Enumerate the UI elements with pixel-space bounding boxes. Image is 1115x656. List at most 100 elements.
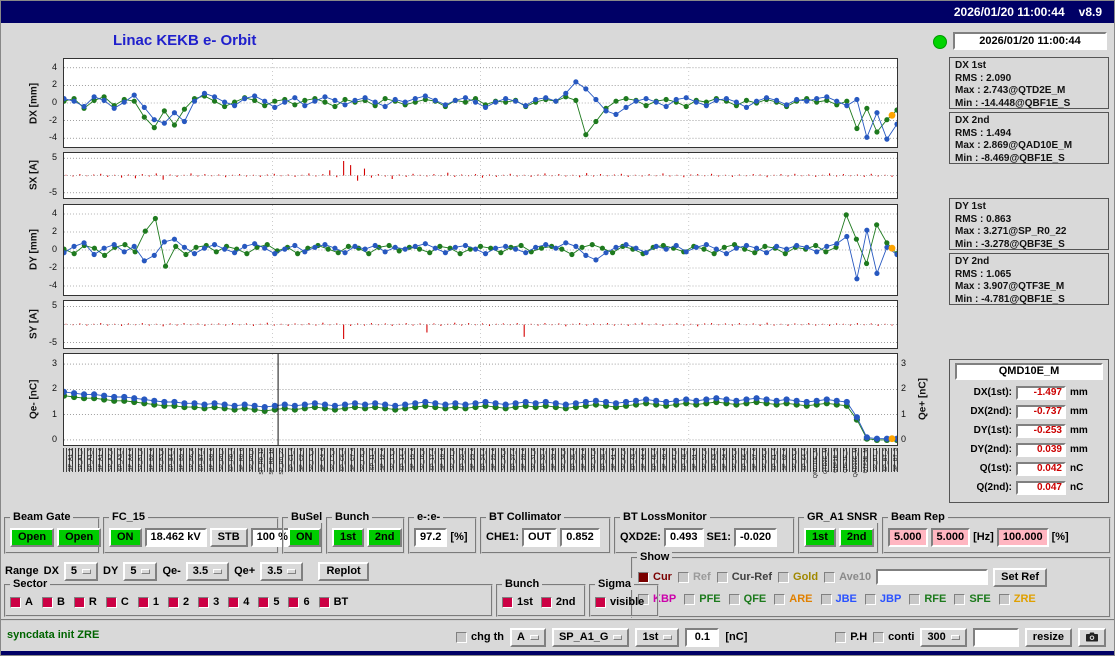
- bpm-name-label[interactable]: SP_C8_4: [360, 448, 366, 472]
- bpm-name-label[interactable]: SP_26_4: [501, 448, 507, 471]
- sector-5-checkbox[interactable]: 5: [258, 596, 279, 608]
- sector-1-checkbox[interactable]: 1: [137, 596, 159, 608]
- beam-gate-open-button-2[interactable]: Open: [57, 527, 102, 547]
- bpm-name-label[interactable]: SP_37_4: [591, 448, 597, 471]
- bpm-name-label[interactable]: QTF3E_M: [863, 448, 869, 473]
- sector-r-checkbox[interactable]: R: [73, 596, 97, 608]
- bpm-name-label[interactable]: SP_27_4: [511, 448, 517, 471]
- sector-a-checkbox[interactable]: A: [10, 596, 33, 608]
- bpm-name-label[interactable]: SP_14_4: [400, 448, 406, 471]
- bpm-name-label[interactable]: SP_A3_4: [118, 448, 124, 471]
- show-ref-checkbox[interactable]: Ref: [677, 571, 711, 583]
- bpm-name-label[interactable]: SP_R0_16: [269, 448, 275, 475]
- ph-checkbox[interactable]: P.H: [835, 631, 867, 643]
- beam-gate-open-button-1[interactable]: Open: [10, 527, 55, 547]
- show-rfe-checkbox[interactable]: RFE: [909, 593, 946, 605]
- bpm-name-label[interactable]: SP_56_4: [742, 448, 748, 471]
- snsr-1st-button[interactable]: 1st: [804, 527, 836, 547]
- bpm-name-label[interactable]: SP_42_4: [621, 448, 627, 471]
- bpm-name-label[interactable]: SP_28_4: [521, 448, 527, 471]
- bpm-name-label[interactable]: SP_B1_4: [138, 448, 144, 471]
- show-are-checkbox[interactable]: ARE: [774, 593, 813, 605]
- bpm-name-label[interactable]: SP_18_4: [440, 448, 446, 471]
- bpm-name-label[interactable]: SP_R0_22: [279, 448, 285, 475]
- bpm-name-label[interactable]: SP_C6_4: [340, 448, 346, 472]
- show-cur-ref-checkbox[interactable]: Cur-Ref: [716, 571, 772, 583]
- range-dy-select[interactable]: 5: [123, 561, 158, 581]
- bpm-name-label[interactable]: SP_24_4: [481, 448, 487, 471]
- bpm-name-label[interactable]: SP_B6_4: [189, 448, 195, 471]
- bpm-name-label[interactable]: SP_53_4: [712, 448, 718, 471]
- bpm-name-label[interactable]: SP_B2_4: [149, 448, 155, 471]
- show-jbp-checkbox[interactable]: JBP: [864, 593, 901, 605]
- bpm-name-label[interactable]: SP_BT_3: [893, 448, 898, 472]
- bpm-name-label[interactable]: SP_63_4: [792, 448, 798, 471]
- fc15-stb-button[interactable]: STB: [209, 527, 248, 547]
- bpm-name-label[interactable]: SP_C4_4: [320, 448, 326, 472]
- bpm-name-label[interactable]: SP_51_4: [692, 448, 698, 471]
- bpm-name-label[interactable]: SP_A4_4: [128, 448, 134, 471]
- show-ave10-checkbox[interactable]: Ave10: [824, 571, 871, 583]
- bpm-name-label[interactable]: QTD2E_M: [823, 448, 829, 474]
- bpm-name-label[interactable]: QBF1E_S: [833, 448, 839, 473]
- bpm-name-label[interactable]: QMD10E_M: [813, 448, 819, 478]
- bpm-name-label[interactable]: SP_A1_2: [78, 448, 84, 471]
- bpm-name-label[interactable]: SP_17_4: [430, 448, 436, 471]
- bpm-name-label[interactable]: SP_R0_4: [229, 448, 235, 472]
- bpm-name-label[interactable]: SP_57_4: [752, 448, 758, 471]
- bpm-name-label[interactable]: SP_47_4: [672, 448, 678, 471]
- bpm-name-label[interactable]: SP_52_4: [702, 448, 708, 471]
- bpm-name-label[interactable]: SP_12_4: [380, 448, 386, 471]
- show-zre-checkbox[interactable]: ZRE: [998, 593, 1036, 605]
- range-dx-select[interactable]: 5: [63, 561, 99, 581]
- count-input[interactable]: [972, 627, 1019, 647]
- bpm-name-label[interactable]: SP_25_4: [491, 448, 497, 471]
- sector-4-checkbox[interactable]: 4: [228, 596, 249, 608]
- bpm-name-label[interactable]: SP_16_4: [420, 448, 426, 471]
- replot-button[interactable]: Replot: [318, 561, 369, 581]
- bpm-name-label[interactable]: SP_22_4: [460, 448, 466, 471]
- bunch-order-select[interactable]: 1st: [635, 627, 680, 647]
- bpm-name-label[interactable]: SP_B8_4: [209, 448, 215, 471]
- fc15-on-button[interactable]: ON: [109, 527, 142, 547]
- bpm-name-label[interactable]: SP_35_4: [571, 448, 577, 471]
- bpm-name-label[interactable]: SP_C7_4: [350, 448, 356, 472]
- bpm-name-label[interactable]: SP_C5_4: [330, 448, 336, 472]
- bpm-name-label[interactable]: SP_C3_4: [309, 448, 315, 472]
- bpm-name-label[interactable]: SP_C2_4: [299, 448, 305, 472]
- bpm-name-label[interactable]: SP_BT_2: [883, 448, 889, 472]
- bunch-2nd-checkbox[interactable]: 2nd: [540, 596, 575, 608]
- bpm-name-label[interactable]: SP_32_4: [541, 448, 547, 471]
- bpm-name-label[interactable]: SP_BT_1: [873, 448, 879, 472]
- bpm-name-label[interactable]: SP_46_4: [662, 448, 668, 471]
- range-qe-plus-select[interactable]: 3.5: [260, 561, 304, 581]
- bpm-name-label[interactable]: SP_62_4: [782, 448, 788, 471]
- show-sfe-checkbox[interactable]: SFE: [954, 593, 991, 605]
- chg-th-checkbox[interactable]: chg th: [456, 631, 504, 643]
- bpm-name-label[interactable]: SP_11_4: [370, 448, 376, 470]
- bpm-name-label[interactable]: SP_34_4: [561, 448, 567, 471]
- ref-name-input[interactable]: [876, 569, 989, 585]
- sector-select[interactable]: A: [510, 627, 546, 647]
- bpm-name-label[interactable]: SP_21_4: [450, 448, 456, 471]
- bpm-name-label[interactable]: SP_31_4: [531, 448, 537, 471]
- bpm-name-label[interactable]: SP_48_4: [682, 448, 688, 471]
- sector-6-checkbox[interactable]: 6: [288, 596, 310, 608]
- bpm-name-label[interactable]: SP_B7_4: [199, 448, 205, 471]
- screenshot-button[interactable]: [1078, 627, 1106, 647]
- sector-2-checkbox[interactable]: 2: [167, 596, 189, 608]
- bpm-name-label[interactable]: SP_15_4: [410, 448, 416, 471]
- show-pfe-checkbox[interactable]: PFE: [684, 593, 721, 605]
- bpm-name-label[interactable]: SP_A1_1: [68, 448, 74, 471]
- bpm-name-label[interactable]: SP_41_4: [611, 448, 617, 471]
- bpm-name-label[interactable]: SP_45_4: [652, 448, 658, 471]
- bpm-name-label[interactable]: SP_58_4: [762, 448, 768, 471]
- snsr-2nd-button[interactable]: 2nd: [838, 527, 875, 547]
- bpm-name-label[interactable]: QBF3E_S: [843, 448, 849, 473]
- show-jbe-checkbox[interactable]: JBE: [820, 593, 857, 605]
- resize-button[interactable]: resize: [1024, 627, 1072, 647]
- bpm-name-label[interactable]: SP_33_4: [551, 448, 557, 471]
- range-qe-minus-select[interactable]: 3.5: [185, 561, 230, 581]
- monitor-name[interactable]: QMD10E_M: [955, 363, 1103, 380]
- bpm-name-label[interactable]: SP_54_4: [722, 448, 728, 471]
